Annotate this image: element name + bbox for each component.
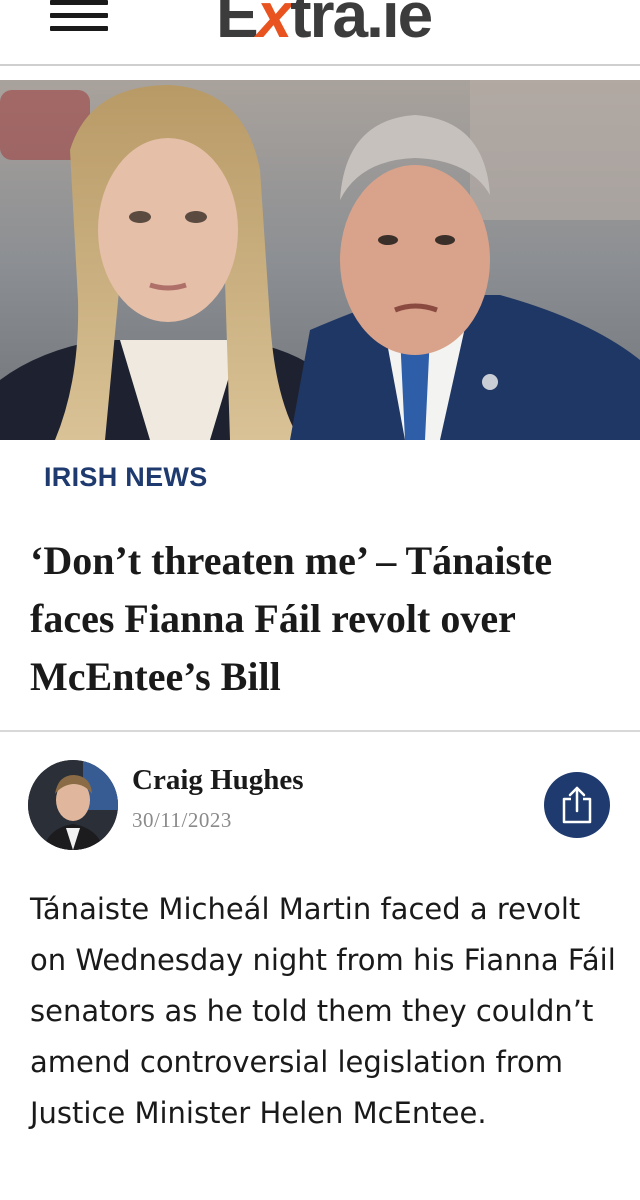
hero-image	[0, 80, 640, 440]
hero-photo-illustration	[0, 80, 640, 440]
menu-bar	[50, 26, 108, 31]
logo-text-prefix: E	[216, 0, 259, 51]
menu-bar	[50, 13, 108, 18]
article-body: Tánaiste Micheál Martin faced a revolt o…	[30, 892, 616, 1130]
site-header: Extra.ie	[0, 0, 640, 66]
author-name[interactable]: Craig Hughes	[132, 764, 304, 797]
avatar[interactable]	[28, 760, 118, 850]
share-icon	[562, 786, 592, 824]
hamburger-icon[interactable]	[50, 0, 110, 36]
logo-text-suffix: tra.ie	[290, 0, 433, 51]
publish-date: 30/11/2023	[132, 808, 232, 832]
menu-bar	[50, 0, 108, 5]
site-logo[interactable]: Extra.ie	[216, 0, 433, 51]
share-button[interactable]	[544, 772, 610, 838]
avatar-illustration	[28, 760, 118, 850]
divider	[0, 730, 640, 732]
section-label[interactable]: IRISH NEWS	[44, 462, 208, 493]
logo-text-x: x	[256, 0, 293, 51]
article-headline: ‘Don’t threaten me’ – Tánaiste faces Fia…	[30, 538, 553, 699]
